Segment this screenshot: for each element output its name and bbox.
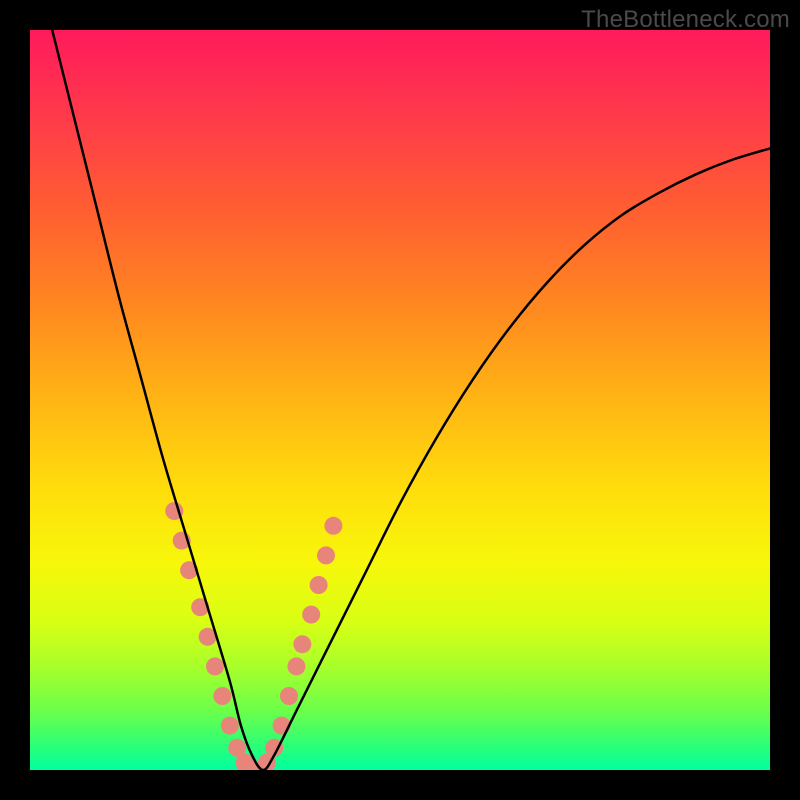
highlight-dot bbox=[310, 576, 328, 594]
curve-svg bbox=[30, 30, 770, 770]
plot-area bbox=[30, 30, 770, 770]
highlight-dot bbox=[317, 546, 335, 564]
highlight-dot bbox=[206, 657, 224, 675]
marker-group bbox=[165, 502, 342, 770]
highlight-dot bbox=[280, 687, 298, 705]
highlight-dot bbox=[287, 657, 305, 675]
chart-container: TheBottleneck.com bbox=[0, 0, 800, 800]
highlight-dot bbox=[221, 717, 239, 735]
highlight-dot bbox=[213, 687, 231, 705]
highlight-dot bbox=[293, 635, 311, 653]
bottleneck-curve bbox=[52, 30, 770, 770]
highlight-dot bbox=[324, 517, 342, 535]
highlight-dot bbox=[302, 606, 320, 624]
watermark-text: TheBottleneck.com bbox=[581, 6, 790, 34]
